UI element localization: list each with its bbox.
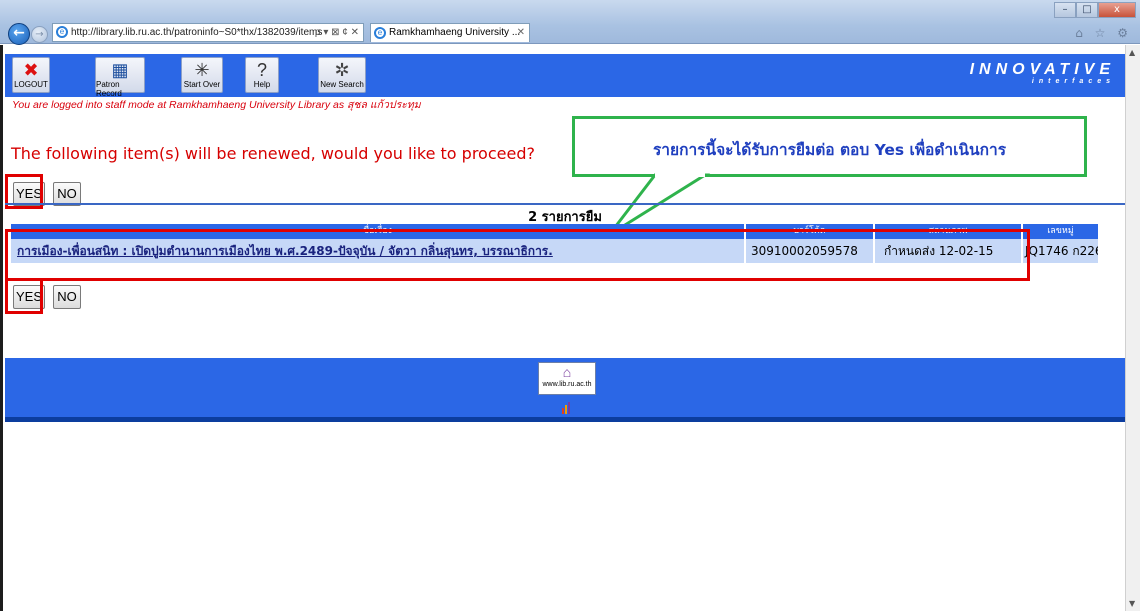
renew-question: The following item(s) will be renewed, w… bbox=[11, 144, 535, 163]
stats-bars-icon bbox=[562, 402, 570, 414]
help-icon: ? bbox=[256, 60, 267, 80]
no-button-bottom[interactable]: NO bbox=[53, 285, 81, 309]
patron-card-icon: ▦ bbox=[111, 60, 129, 80]
search-icon: ✲ bbox=[334, 60, 350, 80]
tab-close-icon[interactable]: ✕ bbox=[517, 24, 525, 42]
home-favorites-tools-icons[interactable]: ⌂ ☆ ⚙ bbox=[1075, 26, 1132, 40]
new-search-button[interactable]: ✲ New Search bbox=[318, 57, 366, 93]
start-over-label: Start Over bbox=[183, 80, 221, 89]
highlight-item-row bbox=[5, 229, 1030, 281]
staff-mode-notice: You are logged into staff mode at Ramkha… bbox=[12, 99, 421, 111]
scroll-down-icon[interactable]: ▼ bbox=[1129, 599, 1135, 608]
x-mark-icon: ✖ bbox=[23, 60, 39, 80]
innovative-logo: INNOVATIVE interfaces bbox=[970, 62, 1115, 86]
tab-favicon-icon: e bbox=[374, 27, 386, 39]
address-text: http://library.lib.ru.ac.th/patroninfo~S… bbox=[71, 27, 323, 38]
browser-chrome: ← → e http://library.lib.ru.ac.th/patron… bbox=[0, 0, 1140, 45]
close-window-icon[interactable]: x bbox=[1098, 2, 1136, 18]
library-house-icon: ⌂ bbox=[562, 364, 572, 380]
tab-title: Ramkhamhaeng University ... bbox=[389, 27, 521, 38]
forward-arrow-icon[interactable]: → bbox=[31, 26, 48, 43]
asterisk-icon: ✳ bbox=[194, 60, 210, 80]
library-logo-link[interactable]: ⌂ www.lib.ru.ac.th bbox=[538, 362, 596, 395]
brand-line2: interfaces bbox=[1031, 78, 1115, 85]
logout-label: LOGOUT bbox=[14, 80, 48, 89]
callout-text: รายการนี้จะได้รับการยืมต่อ ตอบ Yes เพื่อ… bbox=[652, 141, 1007, 159]
callout-box: รายการนี้จะได้รับการยืมต่อ ตอบ Yes เพื่อ… bbox=[572, 116, 1087, 177]
ie-page-icon: e bbox=[56, 26, 68, 38]
column-header-call-number: เลขหมู่ bbox=[1023, 224, 1098, 239]
minimize-icon[interactable]: – bbox=[1054, 2, 1076, 18]
web-page: ✖ LOGOUT ▦ Patron Record ✳ Start Over ? … bbox=[5, 45, 1125, 611]
library-logo-text: www.lib.ru.ac.th bbox=[542, 381, 592, 388]
start-over-button[interactable]: ✳ Start Over bbox=[181, 57, 223, 93]
browser-tab[interactable]: e Ramkhamhaeng University ... ✕ bbox=[370, 23, 530, 42]
address-bar[interactable]: e http://library.lib.ru.ac.th/patroninfo… bbox=[52, 23, 364, 42]
help-button[interactable]: ? Help bbox=[245, 57, 279, 93]
window-controls: – □ x bbox=[1054, 2, 1136, 18]
maximize-icon[interactable]: □ bbox=[1076, 2, 1098, 18]
address-tools-icons[interactable]: ρ ▾ ⊠ ¢ ✕ bbox=[315, 24, 359, 41]
vertical-scrollbar[interactable]: ▲ ▼ bbox=[1125, 45, 1140, 611]
item-call-number: JQ1746 ก226 bbox=[1023, 239, 1098, 263]
footer-dark-bar bbox=[5, 417, 1125, 422]
new-search-label: New Search bbox=[320, 80, 364, 89]
divider-line bbox=[5, 203, 1125, 205]
brand-line1: INNOVATIVE bbox=[969, 61, 1115, 78]
window-left-edge bbox=[0, 45, 3, 611]
back-arrow-icon[interactable]: ← bbox=[8, 23, 30, 45]
help-label: Help bbox=[253, 80, 271, 89]
highlight-yes-bottom bbox=[5, 278, 43, 314]
catalog-toolbar: ✖ LOGOUT ▦ Patron Record ✳ Start Over ? … bbox=[5, 54, 1125, 98]
scroll-up-icon[interactable]: ▲ bbox=[1129, 48, 1135, 57]
patron-record-button[interactable]: ▦ Patron Record bbox=[95, 57, 145, 98]
logout-button[interactable]: ✖ LOGOUT bbox=[12, 57, 50, 93]
